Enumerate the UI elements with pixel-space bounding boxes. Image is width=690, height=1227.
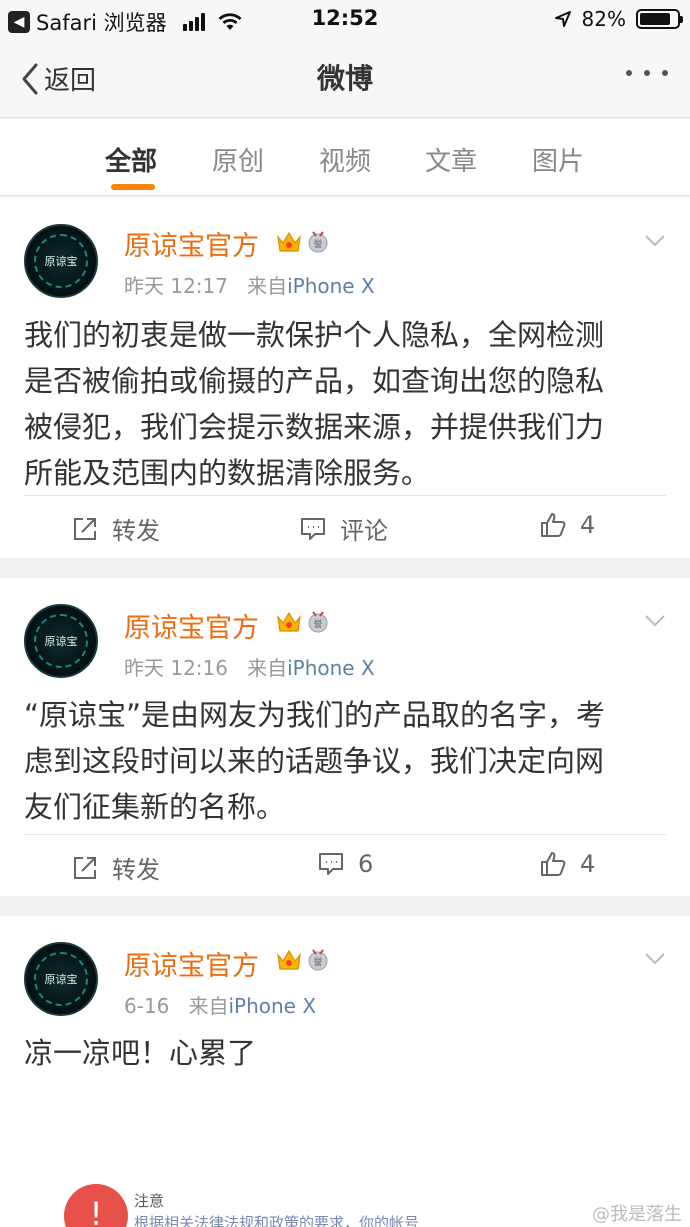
like-button[interactable]: 4 [540,511,595,539]
post-via: 来自 [247,274,288,298]
status-bar: ◀ Safari 浏览器 12:52 82% [0,0,690,40]
repost-button[interactable]: 转发 [72,511,160,546]
repost-label: 转发 [112,856,160,884]
post-text[interactable]: “原谅宝”是由网友为我们的产品取的名字，考 虑到这段时间以来的话题争议，我们决定… [24,692,666,830]
repost-icon [74,517,96,540]
post-time: 昨天 12:16 [124,656,228,680]
divider [24,495,666,496]
battery-fill [640,13,670,25]
divider [24,834,666,835]
watermark: @我是落生 [592,1204,682,1225]
post-via: 来自 [247,656,288,680]
avatar-text: 原谅宝 [44,973,78,986]
avatar[interactable]: 原谅宝 [24,224,98,298]
notice-title: 注意 [134,1192,165,1210]
post-text-line: 我们的初衷是做一款保护个人隐私，全网检测 [24,318,605,352]
svg-text:誉: 誉 [313,618,322,630]
comment-button[interactable]: 6 [318,850,373,878]
like-button[interactable]: 4 [540,850,595,878]
chevron-down-icon[interactable] [644,234,666,248]
comment-icon [301,517,325,540]
filter-tabs: 全部 原创 视频 文章 图片 [0,119,690,196]
post-meta: 6-16 来自iPhone X [124,990,316,1019]
repost-label: 转发 [112,517,160,545]
svg-text:誉: 誉 [313,956,322,968]
post-text-line: “原谅宝”是由网友为我们的产品取的名字，考 [24,698,606,732]
post-text-line: 所能及范围内的数据清除服务。 [24,456,431,490]
post-text-line: 被侵犯，我们会提示数据来源，并提供我们力 [24,410,605,444]
tab-video[interactable]: 视频 [319,141,371,178]
post-source[interactable]: iPhone X [287,274,375,298]
post-text-line: 虑到这段时间以来的话题争议，我们决定向网 [24,744,605,778]
medal-icon: 誉 [308,231,328,253]
weibo-post: 原谅宝 原谅宝官方 誉 6-16 来自iPhone X 凉一凉吧！心累了 [0,916,690,1227]
vip-crown-icon [277,231,301,252]
battery-percentage: 82% [581,7,626,31]
medal-icon: 誉 [308,949,328,971]
chevron-down-icon[interactable] [644,952,666,966]
svg-text:誉: 誉 [313,238,322,250]
like-count: 4 [580,511,596,539]
like-count: 4 [580,850,596,878]
avatar[interactable]: 原谅宝 [24,942,98,1016]
chevron-down-icon[interactable] [644,614,666,628]
battery-icon [636,9,683,29]
username[interactable]: 原谅宝官方 [124,944,259,983]
weibo-post: 原谅宝 原谅宝官方 誉 昨天 12:17 来自iPhone X 我们的初衷是做一… [0,198,690,558]
post-text[interactable]: 凉一凉吧！心累了 [24,1030,666,1076]
active-tab-indicator [111,184,155,190]
page-title: 微博 [316,62,373,95]
repost-icon [74,856,96,879]
tab-photos[interactable]: 图片 [532,141,584,178]
username[interactable]: 原谅宝官方 [124,224,259,263]
post-via: 来自 [188,994,229,1018]
thumbs-up-icon [541,852,566,876]
username[interactable]: 原谅宝官方 [124,606,259,645]
post-meta: 昨天 12:17 来自iPhone X [124,270,375,299]
medal-icon: 誉 [308,611,328,633]
repost-button[interactable]: 转发 [72,850,160,885]
post-text-line: 凉一凉吧！心累了 [24,1036,257,1070]
tab-original[interactable]: 原创 [212,141,264,178]
vip-crown-icon [277,949,301,970]
more-options-icon[interactable] [626,70,668,76]
comment-label: 评论 [340,517,388,545]
weibo-post: 原谅宝 原谅宝官方 誉 昨天 12:16 来自iPhone X “原谅宝”是由网… [0,578,690,896]
post-text-line: 是否被偷拍或偷摄的产品，如查询出您的隐私 [24,364,605,398]
post-source[interactable]: iPhone X [287,656,375,680]
tab-article[interactable]: 文章 [425,141,477,178]
post-meta: 昨天 12:16 来自iPhone X [124,652,375,681]
notice-text: 根据相关法律法规和政策的要求，你的帐号 [134,1214,420,1227]
comment-button[interactable]: 评论 [300,511,388,546]
post-text[interactable]: 我们的初衷是做一款保护个人隐私，全网检测 是否被偷拍或偷摄的产品，如查询出您的隐… [24,312,666,496]
location-arrow-icon [554,11,571,27]
comment-count: 6 [358,850,374,878]
post-text-line: 友们征集新的名称。 [24,790,286,824]
tab-all[interactable]: 全部 [105,141,157,178]
post-time: 昨天 12:17 [124,274,228,298]
comment-icon [319,853,343,875]
avatar-text: 原谅宝 [44,635,78,648]
avatar[interactable]: 原谅宝 [24,604,98,678]
post-source[interactable]: iPhone X [228,994,316,1018]
vip-crown-icon [277,611,301,632]
thumbs-up-icon [541,513,566,537]
status-right: 82% [554,7,683,31]
post-time: 6-16 [124,994,170,1018]
avatar-text: 原谅宝 [44,255,78,268]
navigation-bar: 返回 微博 [0,40,690,118]
